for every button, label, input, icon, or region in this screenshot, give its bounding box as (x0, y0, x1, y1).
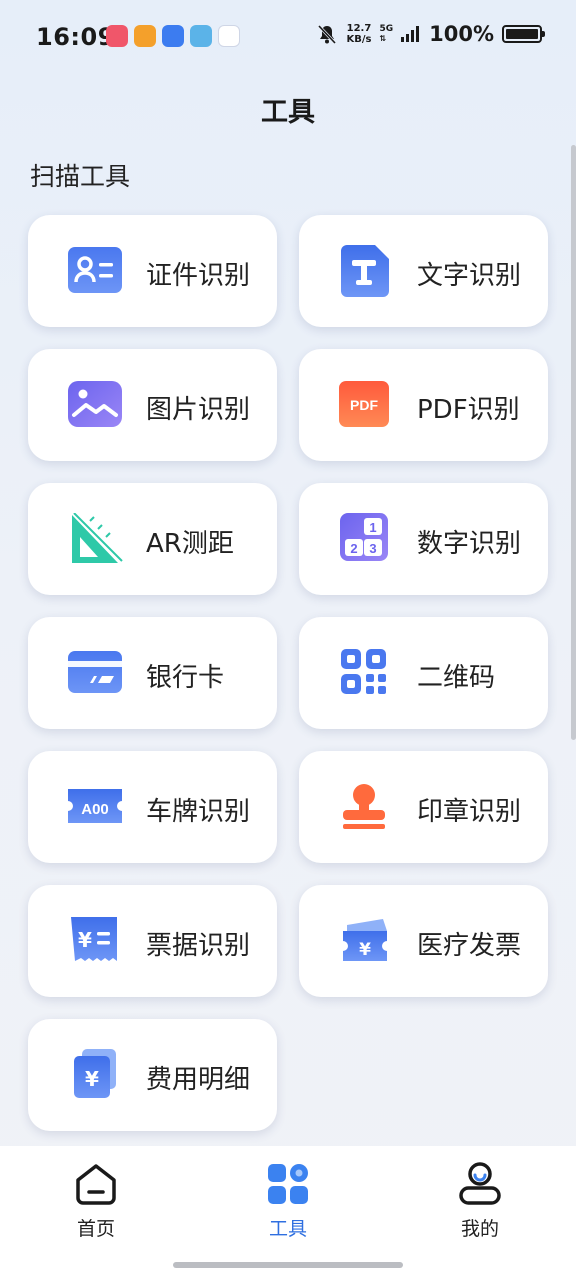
receipt-icon: ¥ (71, 917, 117, 961)
expense-detail-icon: ¥ (74, 1049, 116, 1098)
tool-label: 费用明细 (146, 1065, 251, 1095)
nav-item-tools[interactable]: 工具 (228, 1160, 348, 1241)
tool-label: 图片识别 (146, 395, 251, 425)
tool-label: 银行卡 (146, 663, 225, 693)
text-icon (341, 245, 389, 297)
page-title: 工具 (261, 97, 315, 128)
tool-label: 证件识别 (146, 261, 251, 291)
home-icon (76, 1164, 116, 1205)
scrollbar[interactable] (571, 145, 576, 740)
profile-icon (459, 1162, 501, 1205)
app-notification-icon (162, 25, 184, 47)
nav-item-profile[interactable]: 我的 (420, 1160, 540, 1241)
tool-card-text-recognition[interactable]: 文字识别 (299, 215, 548, 327)
tool-card-ar-measure[interactable]: AR测距 (28, 483, 277, 595)
home-indicator[interactable] (173, 1262, 403, 1268)
image-icon (68, 381, 122, 427)
status-bar: 16:09 12.7 KB/s 5G ⇅ 100% (0, 0, 576, 76)
tool-card-number-recognition[interactable]: 1 2 3 数字识别 (299, 483, 548, 595)
tool-label: 文字识别 (417, 261, 522, 291)
pdf-icon: PDF (339, 381, 389, 427)
yuan-symbol: ¥ (359, 940, 371, 960)
nav-item-home[interactable]: 首页 (36, 1160, 156, 1241)
tool-card-image-recognition[interactable]: 图片识别 (28, 349, 277, 461)
nav-label: 首页 (76, 1218, 115, 1240)
tool-card-qr-code[interactable]: 二维码 (299, 617, 548, 729)
tool-card-id-recognition[interactable]: 证件识别 (28, 215, 277, 327)
yuan-symbol: ¥ (85, 1067, 99, 1091)
ruler-icon (72, 513, 123, 563)
app-notification-icon (106, 25, 128, 47)
mute-icon (318, 24, 337, 45)
speed-unit: KB/s (346, 34, 372, 45)
pdf-icon-text: PDF (350, 397, 378, 413)
tool-card-license-plate[interactable]: A00 车牌识别 (28, 751, 277, 863)
plate-text: A00 (81, 801, 109, 818)
tools-icon (268, 1164, 308, 1204)
tool-card-receipt-recognition[interactable]: ¥ 票据识别 (28, 885, 277, 997)
app-notification-icon (190, 25, 212, 47)
tool-label: AR测距 (146, 529, 234, 559)
digit-3: 3 (369, 541, 376, 556)
tool-label: 数字识别 (417, 529, 522, 559)
id-card-icon (68, 247, 122, 293)
status-time: 16:09 (36, 23, 115, 51)
tool-label: 车牌识别 (146, 797, 251, 827)
app-notification-icon (134, 25, 156, 47)
section-title: 扫描工具 (30, 162, 131, 191)
signal-icon (401, 26, 420, 42)
battery-percent: 100% (429, 22, 494, 46)
bank-card-icon (68, 651, 122, 693)
tool-label: 印章识别 (417, 797, 522, 827)
bottom-nav: 首页 工具 我的 (0, 1146, 576, 1280)
network-label: 5G (379, 24, 394, 34)
qr-code-icon (341, 649, 386, 694)
tool-label: 医疗发票 (417, 931, 522, 961)
digit-2: 2 (350, 541, 357, 556)
app-notification-icon (218, 25, 240, 47)
tool-card-pdf-recognition[interactable]: PDF PDF识别 (299, 349, 548, 461)
network-speed: 12.7 KB/s (346, 23, 371, 45)
tool-card-bank-card[interactable]: 银行卡 (28, 617, 277, 729)
tool-card-expense-detail[interactable]: ¥ 费用明细 (28, 1019, 277, 1131)
license-plate-icon: A00 (68, 789, 122, 823)
tool-card-medical-invoice[interactable]: ¥ 医疗发票 (299, 885, 548, 997)
nav-label: 我的 (460, 1218, 499, 1240)
medical-invoice-icon: ¥ (343, 919, 387, 961)
yuan-symbol: ¥ (78, 928, 92, 952)
battery-icon (502, 25, 545, 43)
tool-card-stamp-recognition[interactable]: 印章识别 (299, 751, 548, 863)
network-type: 5G ⇅ (379, 24, 394, 43)
numbers-icon: 1 2 3 (340, 513, 388, 561)
tool-label: PDF识别 (417, 395, 520, 425)
stamp-icon (343, 784, 385, 829)
speed-value: 12.7 (346, 23, 372, 34)
digit-1: 1 (369, 520, 376, 535)
tool-label: 票据识别 (146, 931, 251, 961)
notification-icons (106, 25, 240, 47)
tool-label: 二维码 (417, 663, 496, 693)
nav-label: 工具 (268, 1218, 307, 1240)
